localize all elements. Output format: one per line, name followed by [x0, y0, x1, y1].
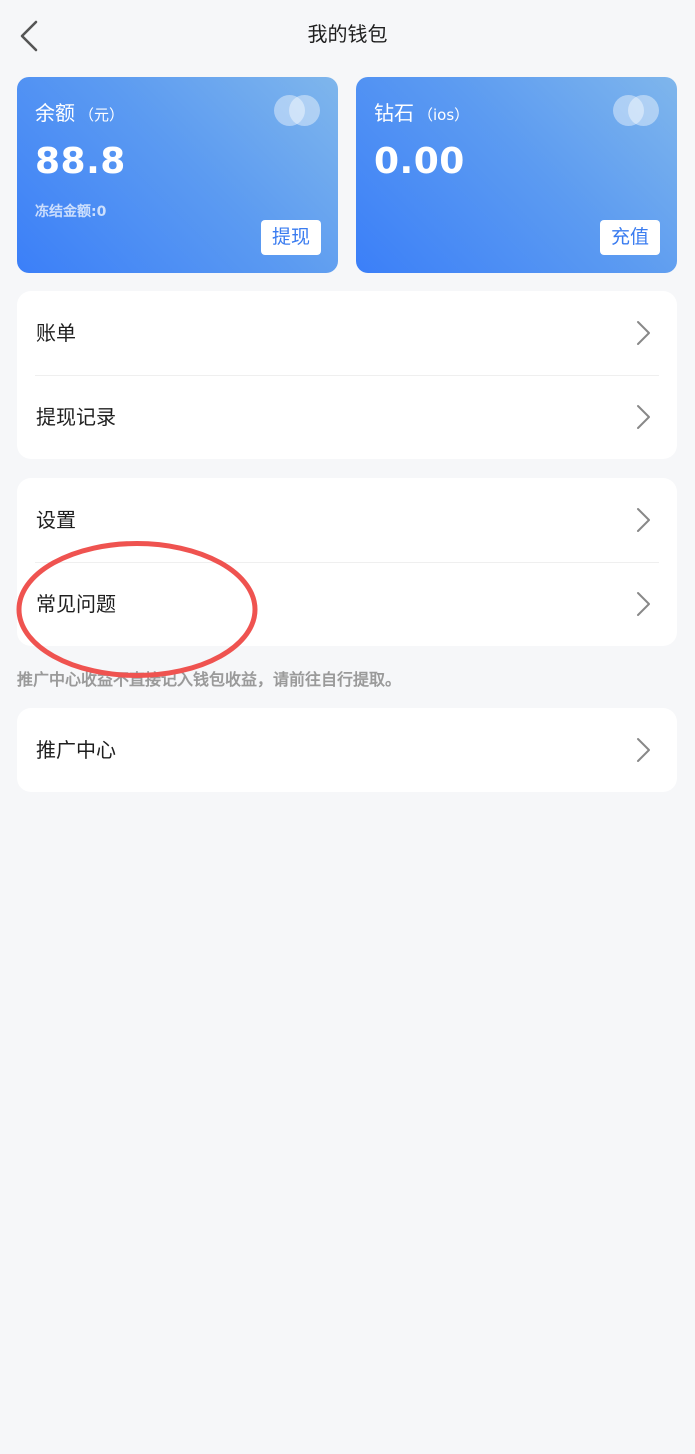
promotion-note: 推广中心收益不直接记入钱包收益，请前往自行提取。 — [17, 670, 402, 689]
card-circles-icon — [613, 95, 659, 127]
chevron-right-icon — [637, 508, 650, 532]
list-item-label: 推广中心 — [36, 738, 116, 762]
frozen-amount: 冻结金额:0 — [35, 204, 107, 220]
list-item-settings[interactable]: 设置 — [17, 478, 677, 562]
page-title: 我的钱包 — [307, 22, 388, 46]
diamond-card: 钻石 （ios） 0.00 充值 — [356, 77, 677, 273]
list-item-label: 设置 — [36, 508, 76, 532]
chevron-right-icon — [637, 321, 650, 345]
diamond-label-row: 钻石 （ios） — [374, 97, 469, 126]
list-item-label: 提现记录 — [36, 405, 116, 429]
header: 我的钱包 — [0, 0, 695, 64]
chevron-right-icon — [637, 405, 650, 429]
chevron-right-icon — [637, 592, 650, 616]
wallet-page: 我的钱包 余额 （元） 88.8 冻结金额:0 提现 钻石 （ios） 0.00 充… — [0, 0, 695, 1454]
withdraw-button[interactable]: 提现 — [260, 220, 321, 255]
balance-label: 余额 — [35, 101, 75, 125]
list-item-label: 账单 — [36, 321, 76, 345]
list-item-withdraw-records[interactable]: 提现记录 — [17, 375, 677, 459]
recharge-button[interactable]: 充值 — [599, 220, 660, 255]
diamond-label: 钻石 — [374, 101, 414, 125]
balance-amount: 88.8 — [35, 141, 126, 182]
list-item-promotion-center[interactable]: 推广中心 — [17, 708, 677, 792]
card-circles-icon — [274, 95, 320, 127]
list-bills: 账单 提现记录 — [17, 291, 677, 459]
list-settings: 设置 常见问题 — [17, 478, 677, 646]
balance-unit: （元） — [79, 106, 125, 124]
balance-label-row: 余额 （元） — [35, 97, 124, 126]
list-item-faq[interactable]: 常见问题 — [17, 562, 677, 646]
diamond-unit: （ios） — [418, 106, 470, 124]
list-item-label: 常见问题 — [36, 592, 116, 616]
chevron-right-icon — [637, 738, 650, 762]
balance-card: 余额 （元） 88.8 冻结金额:0 提现 — [17, 77, 338, 273]
list-promotion: 推广中心 — [17, 708, 677, 792]
list-item-bills[interactable]: 账单 — [17, 291, 677, 375]
diamond-amount: 0.00 — [374, 141, 465, 182]
